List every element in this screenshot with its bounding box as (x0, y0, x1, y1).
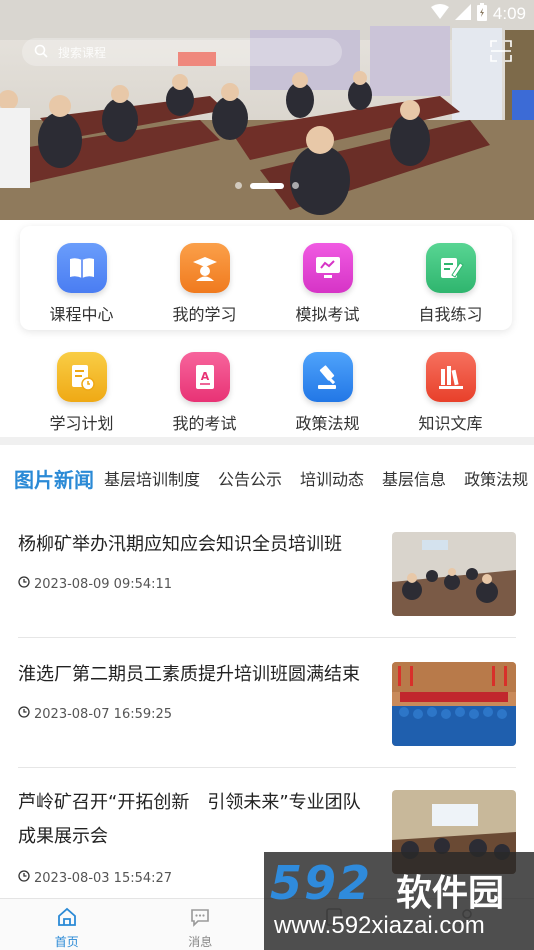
section-divider (0, 437, 534, 445)
news-time: 2023-08-03 15:54:27 (18, 870, 172, 886)
tab-grassroots-training-system[interactable]: 基层培训制度 (104, 466, 200, 490)
news-item[interactable]: 淮选厂第二期员工素质提升培训班圆满结束 2023-08-07 16:59:25 (18, 638, 516, 768)
carousel-dot[interactable] (235, 182, 242, 189)
banner-carousel[interactable]: 4:09 搜索课程 (0, 0, 534, 220)
news-title: 杨柳矿举办汛期应知应会知识全员培训班 (18, 534, 342, 555)
nav-messages[interactable]: 消息 (134, 899, 268, 950)
policy-regulation-button[interactable]: 政策法规 (266, 352, 389, 434)
clock-icon (18, 576, 30, 592)
watermark: 592 软件园 www.592xiazai.com (264, 852, 534, 950)
news-time: 2023-08-07 16:59:25 (18, 706, 172, 722)
search-icon (34, 43, 48, 62)
grid-label: 模拟考试 (295, 305, 360, 324)
graduate-icon (179, 243, 230, 293)
carousel-indicator (0, 182, 534, 189)
nav-label: 首页 (54, 935, 79, 949)
status-bar: 4:09 (0, 0, 534, 28)
tab-grassroots-info[interactable]: 基层信息 (382, 466, 446, 490)
status-icons: 4:09 (430, 3, 526, 25)
status-time: 4:09 (492, 4, 526, 23)
feature-row-secondary: 学习计划 A 我的考试 政策法规 知识文库 (20, 352, 512, 434)
library-icon (425, 352, 476, 402)
my-exam-button[interactable]: A 我的考试 (143, 352, 266, 434)
clock-icon (18, 706, 30, 722)
home-icon (57, 907, 77, 931)
self-practice-button[interactable]: 自我练习 (389, 243, 512, 325)
search-input[interactable]: 搜索课程 (22, 38, 342, 66)
tab-announcements[interactable]: 公告公示 (218, 466, 282, 490)
scan-icon (490, 40, 512, 66)
plan-icon (56, 352, 107, 402)
grid-label: 自我练习 (418, 305, 483, 324)
tab-policy-regulations[interactable]: 政策法规 (464, 466, 528, 490)
mock-exam-button[interactable]: 模拟考试 (266, 243, 389, 325)
gavel-icon (302, 352, 353, 402)
clock-icon (18, 870, 30, 886)
feature-row-primary: 课程中心 我的学习 模拟考试 自我练习 (20, 243, 512, 325)
tab-picture-news[interactable]: 图片新闻 (14, 464, 94, 493)
nav-label: 消息 (188, 935, 213, 949)
watermark-url: www.592xiazai.com (274, 912, 485, 939)
book-icon (56, 243, 107, 293)
scan-button[interactable] (490, 40, 512, 62)
grid-label: 政策法规 (295, 414, 360, 433)
carousel-dot[interactable] (292, 182, 299, 189)
tab-training-news[interactable]: 培训动态 (300, 466, 364, 490)
grid-label: 学习计划 (49, 414, 114, 433)
signal-icon (454, 4, 471, 24)
news-thumbnail (392, 662, 516, 746)
study-plan-button[interactable]: 学习计划 (20, 352, 143, 434)
news-category-tabs: 图片新闻 基层培训制度 公告公示 培训动态 基层信息 政策法规 (0, 458, 534, 498)
news-item[interactable]: 杨柳矿举办汛期应知应会知识全员培训班 2023-08-09 09:54:11 (18, 512, 516, 638)
watermark-logo: 592 (270, 856, 373, 910)
watermark-name: 软件园 (396, 873, 505, 914)
course-center-button[interactable]: 课程中心 (20, 243, 143, 325)
monitor-icon (302, 243, 353, 293)
exam-icon: A (179, 352, 230, 402)
search-placeholder: 搜索课程 (58, 45, 107, 60)
message-icon (190, 907, 210, 931)
grid-label: 知识文库 (418, 414, 483, 433)
grid-label: 课程中心 (49, 305, 114, 324)
news-time: 2023-08-09 09:54:11 (18, 576, 172, 592)
news-time-text: 2023-08-03 15:54:27 (34, 870, 173, 886)
wifi-icon (430, 4, 449, 24)
carousel-dot-active[interactable] (250, 182, 284, 189)
news-time-text: 2023-08-07 16:59:25 (34, 706, 173, 722)
news-title: 芦岭矿召开“开拓创新 引领未来”专业团队成果展示会 (18, 792, 361, 847)
knowledge-library-button[interactable]: 知识文库 (389, 352, 512, 434)
svg-text:A: A (200, 370, 209, 383)
grid-label: 我的考试 (172, 414, 237, 433)
news-title: 淮选厂第二期员工素质提升培训班圆满结束 (18, 664, 360, 685)
battery-icon (476, 3, 487, 25)
grid-label: 我的学习 (172, 305, 237, 324)
nav-home[interactable]: 首页 (0, 899, 134, 950)
news-time-text: 2023-08-09 09:54:11 (34, 576, 173, 592)
news-thumbnail (392, 532, 516, 616)
edit-note-icon (425, 243, 476, 293)
my-study-button[interactable]: 我的学习 (143, 243, 266, 325)
